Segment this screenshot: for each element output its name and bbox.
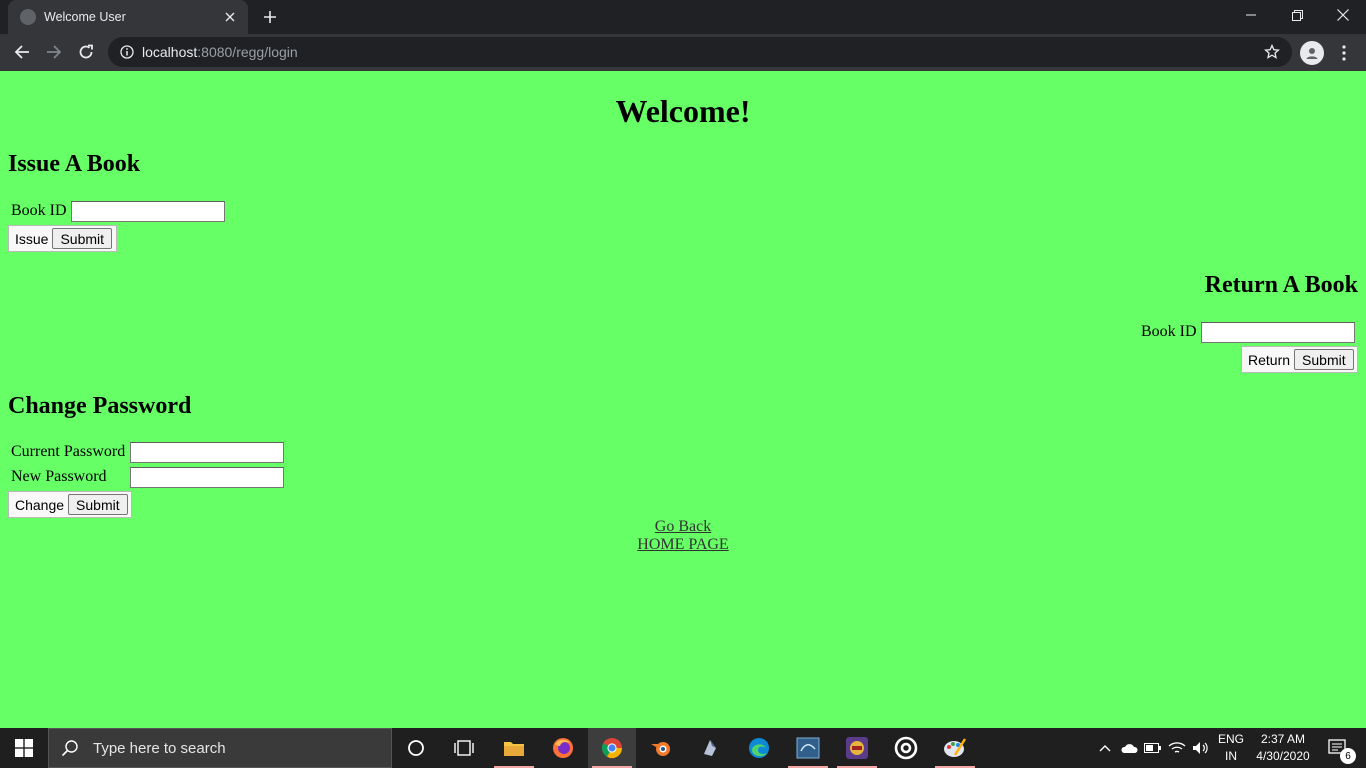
browser-tabstrip: Welcome User (0, 0, 1366, 34)
wifi-icon[interactable] (1166, 728, 1188, 768)
change-password-submit-button[interactable]: Submit (68, 494, 128, 515)
show-hidden-icons-icon[interactable] (1094, 728, 1116, 768)
region-code: IN (1224, 749, 1237, 763)
browser-tab[interactable]: Welcome User (8, 0, 248, 34)
search-placeholder: Type here to search (93, 739, 226, 757)
minimize-icon[interactable] (1228, 0, 1274, 30)
return-group-label: Return (1248, 351, 1291, 368)
blender-icon[interactable] (637, 728, 685, 768)
browser-toolbar: localhost:8080/regg/login (0, 34, 1366, 71)
page-content: Welcome! Issue A Book Book ID Issue Subm… (0, 71, 1366, 728)
site-info-icon[interactable] (120, 45, 134, 59)
tab-title: Welcome User (44, 10, 126, 24)
clock-time: 2:37 AM (1260, 732, 1305, 746)
new-password-label: New Password (11, 468, 107, 485)
issue-submit-button[interactable]: Submit (52, 228, 113, 249)
page-title: Welcome! (615, 93, 751, 129)
issue-form-group: Issue Submit (8, 225, 117, 252)
more-menu-icon[interactable] (1334, 40, 1354, 66)
eclipse-app-icon[interactable] (686, 728, 734, 768)
language-indicator[interactable]: ENG IN (1214, 728, 1248, 768)
current-password-input[interactable] (130, 442, 284, 463)
globe-icon (20, 9, 36, 25)
taskbar-search-box[interactable]: Type here to search (48, 728, 392, 768)
issue-group-label: Issue (15, 230, 49, 247)
return-form-group: Return Submit (1241, 346, 1358, 373)
url-host: localhost (142, 44, 198, 60)
issue-book-id-input[interactable] (71, 201, 225, 222)
home-page-link[interactable]: HOME PAGE (637, 536, 728, 553)
home-page-link-row: HOME PAGE (0, 536, 1366, 554)
restore-icon[interactable] (1274, 0, 1320, 30)
change-password-title: Change Password (8, 393, 192, 419)
screen: Welcome User localhost:8080/regg/login … (0, 0, 1366, 768)
bookmark-star-icon[interactable] (1264, 43, 1280, 63)
action-center-icon[interactable]: 6 (1318, 728, 1358, 768)
firefox-icon[interactable] (539, 728, 587, 768)
return-submit-button[interactable]: Submit (1294, 349, 1354, 370)
go-back-link-row: Go Back (0, 518, 1366, 536)
new-tab-icon[interactable] (258, 5, 282, 29)
file-explorer-icon[interactable] (490, 728, 538, 768)
mysql-workbench-icon[interactable] (784, 728, 832, 768)
clock[interactable]: 2:37 AM 4/30/2020 (1250, 728, 1316, 768)
close-tab-icon[interactable] (220, 7, 240, 27)
windows-taskbar: Type here to search ENG IN 2:37 AM 4/30/… (0, 728, 1366, 768)
go-back-link[interactable]: Go Back (655, 518, 711, 535)
issue-section-title: Issue A Book (8, 151, 141, 177)
close-window-icon[interactable] (1320, 0, 1366, 30)
address-bar[interactable]: localhost:8080/regg/login (108, 37, 1292, 67)
windows-start-icon[interactable] (0, 728, 48, 768)
onedrive-cloud-icon[interactable] (1118, 728, 1140, 768)
clock-date: 4/30/2020 (1256, 749, 1310, 763)
change-password-form-group: Change Submit (8, 491, 132, 518)
current-password-label: Current Password (11, 443, 126, 460)
url-path: :8080/regg/login (197, 44, 298, 60)
return-section-title: Return A Book (1204, 272, 1358, 298)
cortana-icon[interactable] (392, 728, 440, 768)
change-group-label: Change (15, 496, 65, 513)
battery-icon[interactable] (1142, 728, 1164, 768)
issue-book-id-label: Book ID (11, 202, 67, 219)
paint-icon[interactable] (931, 728, 979, 768)
notification-badge: 6 (1340, 748, 1356, 764)
profile-avatar-icon[interactable] (1300, 41, 1324, 65)
forward-arrow-icon[interactable] (40, 38, 68, 66)
volume-icon[interactable] (1190, 728, 1212, 768)
edge-icon[interactable] (735, 728, 783, 768)
search-icon (61, 739, 79, 757)
return-book-id-label: Book ID (1141, 323, 1197, 340)
reload-icon[interactable] (72, 38, 100, 66)
new-password-input[interactable] (130, 467, 284, 488)
chrome-icon[interactable] (588, 728, 636, 768)
task-view-icon[interactable] (440, 728, 488, 768)
return-book-id-input[interactable] (1201, 322, 1355, 343)
language-code: ENG (1217, 732, 1244, 746)
davinci-resolve-icon[interactable] (882, 728, 930, 768)
game-app-icon[interactable] (833, 728, 881, 768)
back-arrow-icon[interactable] (8, 38, 36, 66)
